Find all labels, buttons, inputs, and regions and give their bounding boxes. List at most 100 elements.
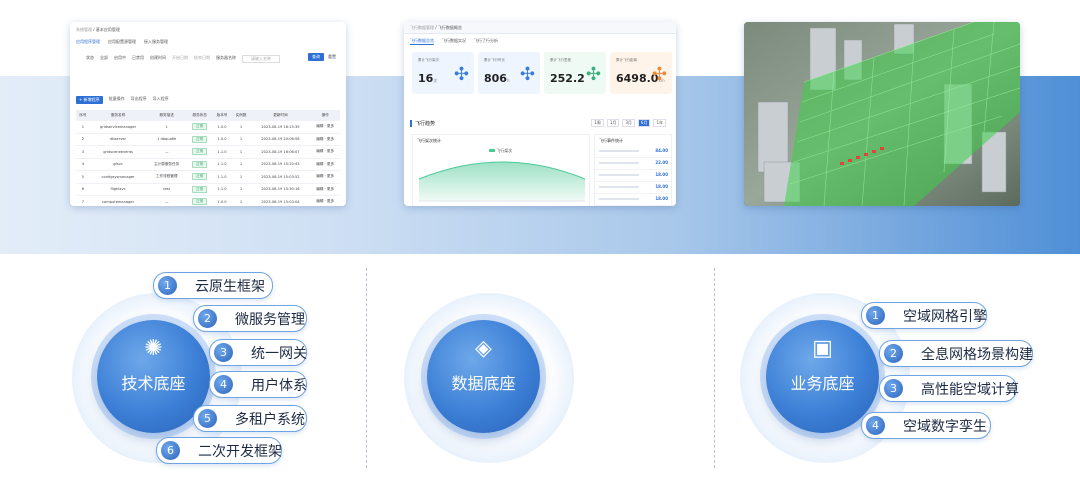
- table-cell: 1: [231, 170, 251, 184]
- table-cell: 1: [231, 133, 251, 146]
- filter-all[interactable]: 全部: [100, 55, 108, 63]
- diamond-icon: ◈: [475, 336, 492, 361]
- kpi-card: 累计飞行距离 6498.0km ✣: [610, 52, 672, 94]
- tab-app[interactable]: 应用程序管理: [76, 39, 100, 45]
- table-cell: 1: [231, 183, 251, 196]
- feature-item: 2 全息网格场景构建: [879, 340, 1033, 367]
- drone-icon: ✣: [651, 64, 667, 85]
- range-option[interactable]: 3月: [622, 119, 635, 127]
- tab-access[interactable]: 接入服务管理: [144, 39, 168, 45]
- table-row[interactable]: 5 configsysmanager 工作流程管理 正常 1.1.0 1 2023-08-1…: [76, 170, 340, 184]
- add-program-button[interactable]: + 新增程序: [76, 96, 103, 104]
- filter-disabled[interactable]: 已禁用: [132, 55, 144, 63]
- table-cell[interactable]: 编辑 · 更多: [310, 133, 340, 146]
- kpi-card: 累计飞行时长 806h ✣: [478, 52, 540, 94]
- table-cell: 2023-08-19 15:03:52: [250, 170, 311, 184]
- kpi-value: 16次: [418, 72, 438, 85]
- table-row[interactable]: 7 computemanager — 正常 1.0.0 1 2023-08-19 15:03…: [76, 195, 340, 206]
- col-header: 版本号: [212, 110, 232, 121]
- table-cell: 4: [76, 158, 90, 171]
- filter-date-label: 创建时间: [150, 55, 166, 60]
- range-option[interactable]: 6月: [637, 119, 651, 127]
- table-cell[interactable]: 编辑 · 更多: [310, 170, 340, 184]
- tab-analysis[interactable]: 飞行了行分析: [474, 38, 498, 45]
- table-row[interactable]: 4 gfsvc 主计算服务任务 正常 1.1.0 1 2023-08-19 15:20:43…: [76, 158, 340, 171]
- filter-bar: 状态 全部 启用中 已禁用 创建时间 开始日期 结束日期 服务器名称 请输入名称: [86, 55, 280, 63]
- table-cell[interactable]: 编辑 · 更多: [310, 145, 340, 159]
- business-base-badge: ▣ 业务底座: [766, 320, 879, 433]
- kpi-card: 累计飞行架次 16次 ✣: [412, 52, 474, 94]
- item-label: 统一网关: [251, 345, 307, 362]
- table-cell[interactable]: 编辑 · 更多: [310, 195, 340, 206]
- import-button[interactable]: 导入程序: [153, 96, 169, 104]
- item-number: 1: [158, 276, 177, 295]
- list-value: 18.00: [655, 196, 668, 201]
- drone-icon: ✣: [453, 64, 469, 85]
- table-row[interactable]: 1 gridservicemanager 1 正常 1.0.0 1 2023-08-19 1…: [76, 120, 340, 134]
- range-option[interactable]: 1年: [653, 119, 666, 127]
- divider: [714, 268, 715, 468]
- business-base-title: 业务底座: [790, 374, 855, 393]
- feature-item: 1 云原生框架: [153, 272, 273, 299]
- col-header: 更新时间: [250, 110, 311, 121]
- tab-bar: 应用程序管理 应用配置源管理 接入服务管理: [76, 39, 168, 45]
- kpi-label: 累计飞行架次: [418, 58, 439, 62]
- table-cell: gridservicemanager: [89, 120, 147, 134]
- batch-button[interactable]: 批量操作: [109, 96, 125, 104]
- list-item[interactable]: 22.00: [595, 158, 671, 170]
- table-cell[interactable]: 编辑 · 更多: [310, 120, 340, 134]
- table-row[interactable]: 3 gridsceneevents — 正常 1.1.0 1 2023-08-19 16:0…: [76, 145, 340, 159]
- gear-icon: ✺: [144, 336, 163, 361]
- table-cell: 正常: [186, 195, 213, 206]
- tab-live[interactable]: 飞行数据实况: [442, 38, 466, 45]
- item-number: 3: [884, 379, 903, 398]
- tab-overview[interactable]: 飞行数据总览: [410, 38, 434, 45]
- table-row[interactable]: 2 dbserver 1 dbquafie 正常 1.0.0 1 2023-08-19 20…: [76, 133, 340, 146]
- end-date-input[interactable]: 结束日期: [194, 55, 210, 63]
- data-base-title: 数据底座: [451, 374, 516, 393]
- table-cell: 1 dbquafie: [146, 133, 187, 146]
- section-title: 飞行趋势: [410, 120, 435, 127]
- table-cell[interactable]: 编辑 · 更多: [310, 183, 340, 196]
- status-badge: 正常: [192, 123, 208, 131]
- table-cell: 5: [76, 170, 90, 184]
- feature-item: 3 统一网关: [209, 339, 307, 366]
- table-cell: 2023-08-19 16:06:07: [250, 145, 311, 159]
- table-cell: 1: [76, 120, 90, 134]
- list-item[interactable]: 18.00: [595, 194, 671, 206]
- col-header: 服务名称: [89, 110, 147, 121]
- table-cell[interactable]: 编辑 · 更多: [310, 158, 340, 171]
- table-cell: 2023-08-19 15:20:43: [250, 158, 311, 171]
- list-title: 飞行事件统计: [599, 138, 623, 143]
- start-date-input[interactable]: 开始日期: [172, 55, 188, 63]
- table-row[interactable]: 6 flightsvc test 正常 1.1.0 1 2023-08-19 15:30:1…: [76, 183, 340, 196]
- tech-base-title: 技术底座: [121, 374, 186, 393]
- feature-item: 5 多租户系统: [193, 405, 307, 432]
- service-table-screenshot: 系统管理 / 基本应用管理 应用程序管理 应用配置源管理 接入服务管理 状态 全…: [70, 22, 346, 206]
- col-header: 序号: [76, 110, 90, 121]
- list-value: 22.00: [655, 160, 668, 165]
- name-filter-input[interactable]: 请输入名称: [242, 55, 280, 63]
- list-item[interactable]: 84.00: [595, 146, 671, 158]
- list-item[interactable]: 18.00: [595, 182, 671, 194]
- list-item[interactable]: 18.00: [595, 170, 671, 182]
- item-number: 2: [198, 309, 217, 328]
- tab-config[interactable]: 应用配置源管理: [108, 39, 136, 45]
- breadcrumb-root[interactable]: 飞行数据管理: [410, 25, 434, 30]
- export-button[interactable]: 导出程序: [131, 96, 147, 104]
- table-cell: 2023-08-19 15:30:16: [250, 183, 311, 196]
- item-label: 云原生框架: [195, 278, 265, 295]
- table-cell: computemanager: [89, 195, 147, 206]
- kpi-card: 累计飞行里程 252.2 ✣: [544, 52, 606, 94]
- flight-dashboard-screenshot: 飞行数据管理 / 飞行数据概览 飞行数据总览 飞行数据实况 飞行了行分析 累计飞…: [404, 22, 676, 206]
- breadcrumb: 系统管理 / 基本应用管理: [76, 27, 120, 32]
- filter-enabled[interactable]: 启用中: [114, 55, 126, 63]
- table-cell: 3: [76, 145, 90, 159]
- range-option[interactable]: 1月: [606, 119, 620, 127]
- range-option[interactable]: 1周: [591, 119, 604, 127]
- range-selector: 1周 1月 3月 6月 1年: [591, 119, 666, 127]
- table-cell: 1: [231, 145, 251, 159]
- search-button[interactable]: 查询: [308, 53, 324, 61]
- reset-button[interactable]: 重置: [326, 53, 338, 61]
- table-cell: 1: [231, 158, 251, 171]
